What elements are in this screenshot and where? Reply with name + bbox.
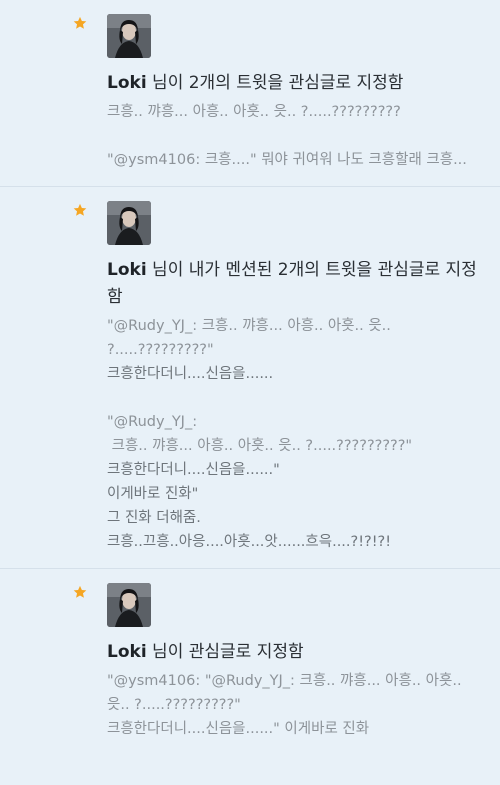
user-name[interactable]: Loki: [107, 73, 147, 93]
tweet-line: "@ysm4106: "@Rudy_YJ_: 크흥.. 꺄흥... 아흥.. 아…: [107, 673, 467, 713]
star-icon: [73, 16, 87, 30]
action-text: 님이 내가 멘션된 2개의 트윗을 관심글로 지정함: [107, 260, 477, 307]
action-text: 님이 2개의 트윗을 관심글로 지정함: [146, 73, 404, 93]
activity-headline: Loki 님이 2개의 트윗을 관심글로 지정함: [107, 70, 484, 97]
action-text: 님이 관심글로 지정함: [146, 642, 304, 662]
tweet-line: "@Rudy_YJ_:: [107, 414, 198, 430]
tweet-line: ​: [107, 124, 484, 148]
activity-headline: Loki 님이 내가 멘션된 2개의 트윗을 관심글로 지정함: [107, 257, 484, 311]
star-icon: [73, 585, 87, 599]
user-name[interactable]: Loki: [107, 642, 147, 662]
tweet-line: 이게바로 진화": [107, 486, 199, 502]
tweet-line: 그 진화 더해줌.: [107, 510, 201, 526]
activity-headline: Loki 님이 관심글로 지정함: [107, 639, 484, 666]
tweet-line: 크흥.. 꺄흥... 아흥.. 아흣.. 읏.. ?.....?????????: [107, 104, 401, 120]
avatar[interactable]: [107, 14, 151, 58]
favorites-feed: Loki 님이 2개의 트윗을 관심글로 지정함 크흥.. 꺄흥... 아흥..…: [0, 0, 500, 785]
tweet-line: "@Rudy_YJ_: 크흥.. 꺄흥... 아흥.. 아흣.. 읏.. ?..…: [107, 318, 396, 358]
tweet-line: "@ysm4106: 크흥...." 뭐야 귀여워 나도 크흥할래 크흥...: [107, 152, 467, 168]
activity-item[interactable]: Loki 님이 내가 멘션된 2개의 트윗을 관심글로 지정함 "@Rudy_Y…: [0, 187, 500, 569]
avatar[interactable]: [107, 583, 151, 627]
tweet-line: ​: [107, 386, 484, 410]
user-name[interactable]: Loki: [107, 260, 147, 280]
tweet-text[interactable]: 크흥.. 꺄흥... 아흥.. 아흣.. 읏.. ?.....?????????…: [107, 100, 484, 172]
tweet-text[interactable]: "@ysm4106: "@Rudy_YJ_: 크흥.. 꺄흥... 아흥.. 아…: [107, 669, 484, 741]
avatar[interactable]: [107, 201, 151, 245]
tweet-line: 크흥..끄흥..아응....아흣...앗......흐윽....?!?!?!: [107, 534, 392, 550]
star-icon: [73, 203, 87, 217]
tweet-line: 크흥한다더니....신음을......" 이게바로 진화: [107, 721, 370, 737]
tweet-line: 크흥한다더니....신음을......: [107, 366, 274, 382]
tweet-line: 크흥.. 꺄흥... 아흥.. 아흣.. 읏.. ?.....?????????…: [107, 438, 413, 454]
activity-item[interactable]: Loki 님이 2개의 트윗을 관심글로 지정함 크흥.. 꺄흥... 아흥..…: [0, 0, 500, 187]
tweet-text[interactable]: "@Rudy_YJ_: 크흥.. 꺄흥... 아흥.. 아흣.. 읏.. ?..…: [107, 314, 484, 554]
tweet-line: 크흥한다더니....신음을......": [107, 462, 280, 478]
activity-item[interactable]: Loki 님이 관심글로 지정함 "@ysm4106: "@Rudy_YJ_: …: [0, 569, 500, 755]
